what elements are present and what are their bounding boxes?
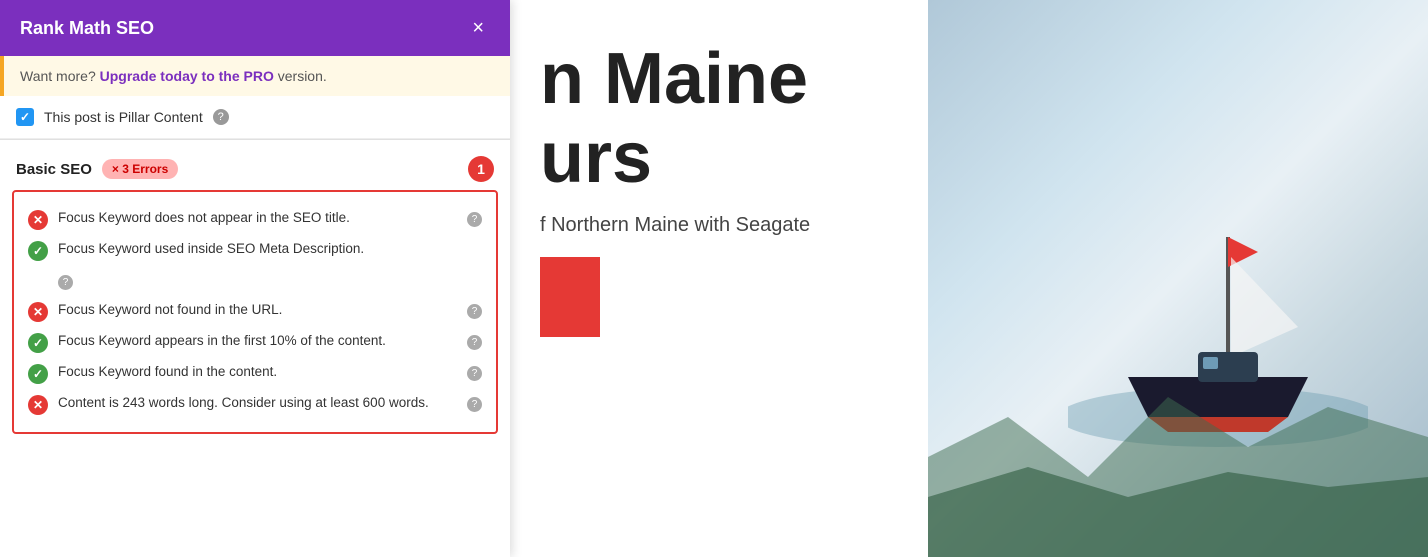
item-help-icon[interactable]: ?	[58, 275, 73, 290]
checklist-item-text: Focus Keyword appears in the first 10% o…	[58, 332, 461, 351]
item-help-icon[interactable]: ?	[467, 397, 482, 412]
basic-seo-header: Basic SEO × 3 Errors 1	[0, 140, 510, 190]
landscape-bg	[928, 357, 1428, 557]
item-row: Focus Keyword not found in the URL. ?	[58, 301, 482, 320]
upgrade-notice: Want more? Upgrade today to the PRO vers…	[0, 56, 510, 96]
checklist-item: ✕ Focus Keyword not found in the URL. ?	[28, 296, 482, 327]
pillar-help-icon[interactable]: ?	[213, 109, 229, 125]
checklist-item: ✓ Focus Keyword found in the content. ?	[28, 358, 482, 389]
checklist-container: ✕ Focus Keyword does not appear in the S…	[12, 190, 498, 434]
upgrade-text: Want more?	[20, 68, 96, 84]
checklist-item-text: Focus Keyword found in the content.	[58, 363, 461, 382]
checklist-item: ✕ Focus Keyword does not appear in the S…	[28, 204, 482, 235]
checklist-item-text: Focus Keyword does not appear in the SEO…	[58, 209, 461, 228]
item-row: Focus Keyword used inside SEO Meta Descr…	[58, 240, 482, 259]
basic-seo-title: Basic SEO	[16, 161, 92, 178]
rank-math-panel: Rank Math SEO × Want more? Upgrade today…	[0, 0, 510, 557]
item-row: Content is 243 words long. Consider usin…	[58, 394, 482, 413]
pillar-content-row: This post is Pillar Content ?	[0, 96, 510, 139]
success-icon: ✓	[28, 364, 48, 384]
checklist-item-text: Focus Keyword used inside SEO Meta Descr…	[58, 240, 482, 259]
bg-image-area	[928, 0, 1428, 557]
errors-badge: × 3 Errors	[102, 159, 178, 179]
checklist-item-text: Focus Keyword not found in the URL.	[58, 301, 461, 320]
checklist-item: ✓ Focus Keyword appears in the first 10%…	[28, 327, 482, 358]
close-button[interactable]: ×	[466, 16, 490, 40]
success-icon: ✓	[28, 333, 48, 353]
checklist-item-text: Content is 243 words long. Consider usin…	[58, 394, 461, 413]
panel-title: Rank Math SEO	[20, 18, 154, 39]
bg-red-block	[540, 257, 600, 337]
item-row: Focus Keyword does not appear in the SEO…	[58, 209, 482, 228]
checklist-item: ✓ Focus Keyword used inside SEO Meta Des…	[28, 235, 482, 266]
pillar-label: This post is Pillar Content	[44, 109, 203, 125]
item-help-icon[interactable]: ?	[467, 335, 482, 350]
upgrade-text-after: version.	[278, 68, 327, 84]
item-row: Focus Keyword found in the content. ?	[58, 363, 482, 382]
error-icon: ✕	[28, 395, 48, 415]
item-help-icon[interactable]: ?	[467, 212, 482, 227]
notification-badge: 1	[468, 156, 494, 182]
error-icon: ✕	[28, 302, 48, 322]
pillar-checkbox[interactable]	[16, 108, 34, 126]
upgrade-link[interactable]: Upgrade today to the PRO	[100, 68, 274, 84]
item-row: Focus Keyword appears in the first 10% o…	[58, 332, 482, 351]
help-row: ?	[28, 272, 482, 290]
success-icon: ✓	[28, 241, 48, 261]
item-help-icon[interactable]: ?	[467, 366, 482, 381]
checklist-item: ✕ Content is 243 words long. Consider us…	[28, 389, 482, 420]
panel-header: Rank Math SEO ×	[0, 0, 510, 56]
item-help-icon[interactable]: ?	[467, 304, 482, 319]
error-icon: ✕	[28, 210, 48, 230]
basic-seo-left: Basic SEO × 3 Errors	[16, 159, 178, 179]
